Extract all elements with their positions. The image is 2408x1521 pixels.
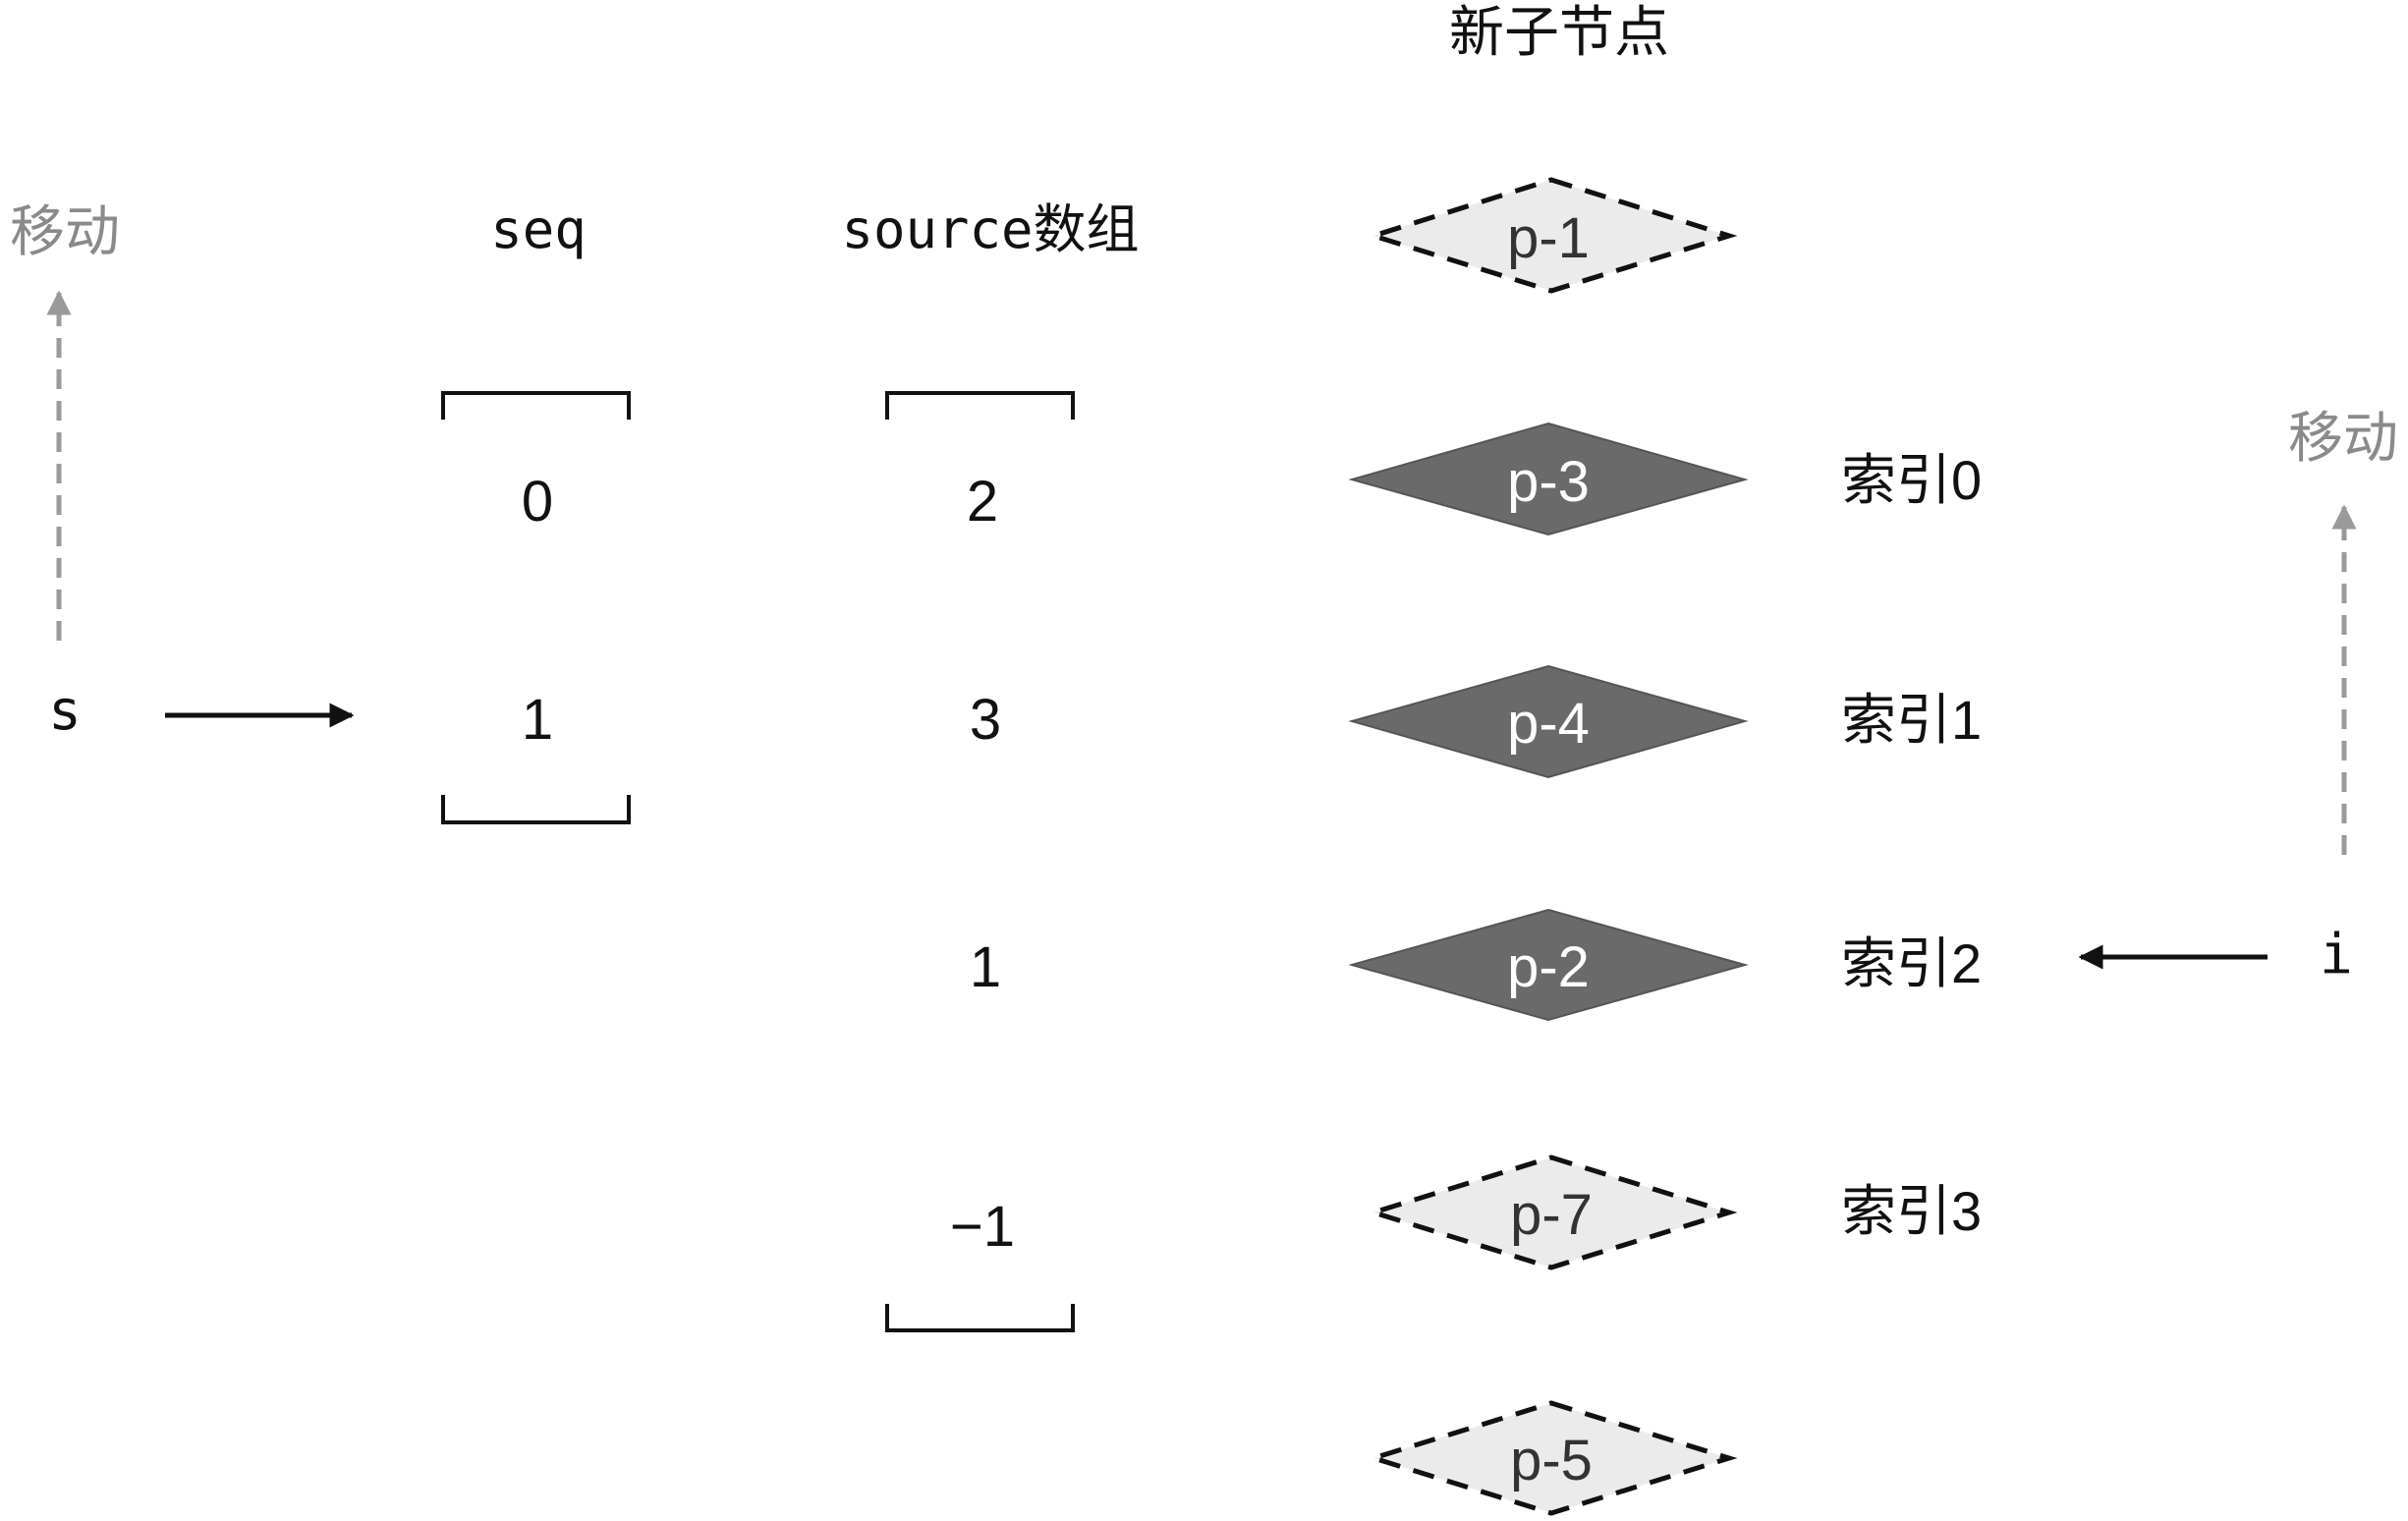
node-p2: p-2 <box>1348 908 1749 1022</box>
node-p1: p-1 <box>1365 177 1738 294</box>
index-label-3: 索引3 <box>1841 1180 1982 1242</box>
node-p5-label: p-5 <box>1510 1429 1593 1493</box>
source-bracket-bottom <box>885 1304 1075 1332</box>
right-move-label: 移动 <box>2288 407 2398 469</box>
header-title: 新子节点 <box>1449 1 1669 63</box>
node-p4: p-4 <box>1348 664 1749 779</box>
source-value-0: 2 <box>967 470 998 534</box>
seq-title: seq <box>490 198 587 260</box>
pointer-i-label: i <box>2320 923 2353 986</box>
seq-value-1: 1 <box>522 688 553 752</box>
node-p3-label: p-3 <box>1507 450 1590 514</box>
node-p3: p-3 <box>1348 422 1749 536</box>
node-p7: p-7 <box>1365 1155 1738 1270</box>
left-move-label: 移动 <box>10 200 120 262</box>
index-label-0: 索引0 <box>1841 449 1982 511</box>
diagram-canvas: 新子节点 移动 s seq 0 1 source数组 2 3 1 −1 p-1 … <box>10 1 2398 1516</box>
index-label-2: 索引2 <box>1841 932 1982 994</box>
node-p5: p-5 <box>1365 1400 1738 1516</box>
node-p7-label: p-7 <box>1510 1183 1593 1247</box>
node-p1-label: p-1 <box>1507 206 1590 270</box>
source-value-2: 1 <box>970 935 1001 999</box>
source-value-1: 3 <box>970 688 1001 752</box>
pointer-s-label: s <box>48 679 82 743</box>
seq-bracket-bottom <box>441 795 631 824</box>
seq-value-0: 0 <box>522 470 553 534</box>
node-p4-label: p-4 <box>1507 692 1590 756</box>
source-bracket-top <box>885 391 1075 420</box>
seq-bracket-top <box>441 391 631 420</box>
index-label-1: 索引1 <box>1841 689 1982 751</box>
source-title: source数组 <box>841 198 1139 260</box>
source-value-3: −1 <box>950 1195 1015 1259</box>
node-p2-label: p-2 <box>1507 935 1590 999</box>
